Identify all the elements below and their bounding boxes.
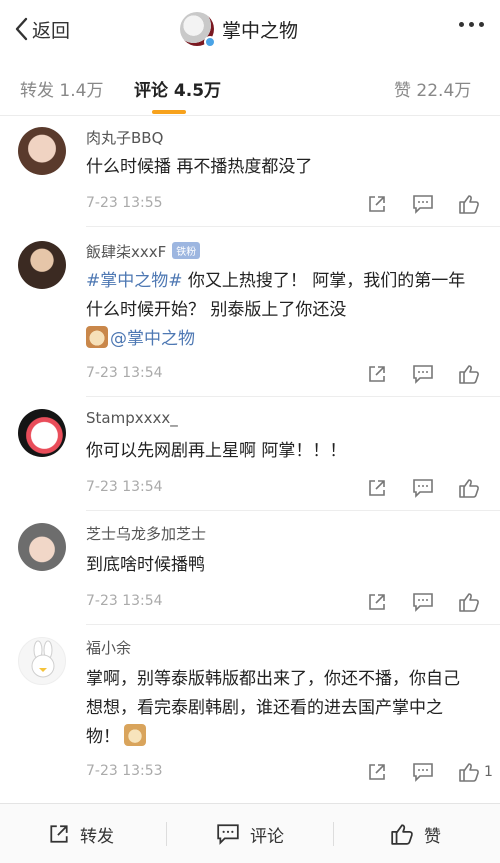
share-icon[interactable] — [366, 761, 388, 783]
fan-badge: 铁粉 — [172, 242, 201, 259]
avatar[interactable] — [18, 241, 66, 289]
comment-actions — [366, 477, 480, 499]
reply-icon[interactable] — [412, 363, 434, 385]
chevron-left-icon — [15, 17, 28, 41]
active-tab-indicator — [152, 110, 186, 114]
cat-emoji-icon — [86, 326, 108, 348]
reply-icon[interactable] — [412, 761, 434, 783]
comment-button[interactable]: 评论 — [216, 820, 284, 848]
comment-time: 7-23 13:54 — [86, 593, 163, 609]
comment-item: 肉丸子BBQ 什么时候播 再不播热度都没了 7-23 13:55 — [0, 117, 500, 227]
comment-time: 7-23 13:54 — [86, 365, 163, 381]
comment-time: 7-23 13:54 — [86, 479, 163, 495]
avatar[interactable] — [18, 409, 66, 457]
back-button[interactable]: 返回 — [14, 14, 70, 44]
comment-actions: 1 — [366, 761, 493, 783]
share-icon[interactable] — [366, 591, 388, 613]
bottom-action-bar: 转发 评论 赞 — [0, 803, 500, 863]
comment-text: #掌中之物# 你又上热搜了！ 阿掌，我们的第一年什么时候开始？ 别泰版上了你还没… — [86, 267, 472, 354]
tab-bar: 转发 1.4万 评论 4.5万 赞 22.4万 — [0, 58, 500, 116]
account-title[interactable]: 掌中之物 — [180, 10, 298, 48]
tab-comments[interactable]: 评论 4.5万 — [134, 76, 221, 101]
comment-time: 7-23 13:55 — [86, 195, 163, 211]
share-icon[interactable] — [366, 363, 388, 385]
comment-actions — [366, 363, 480, 385]
comment-text: 什么时候播 再不播热度都没了 — [86, 157, 313, 177]
mention-link[interactable]: @掌中之物 — [110, 329, 195, 349]
share-icon[interactable] — [366, 477, 388, 499]
like-icon[interactable] — [458, 363, 480, 385]
comment-item: 福小余 掌啊，别等泰版韩版都出来了，你还不播，你自己想想，看完泰剧韩剧，谁还看的… — [0, 625, 500, 801]
comment-icon — [217, 824, 239, 845]
comment-username[interactable]: 肉丸子BBQ — [86, 127, 163, 148]
avatar[interactable] — [18, 637, 66, 685]
like-icon[interactable] — [458, 193, 480, 215]
comment-actions — [366, 591, 480, 613]
like-icon[interactable] — [458, 477, 480, 499]
comment-item: Stampxxxx_ 你可以先网剧再上星啊 阿掌！！！ 7-23 13:54 — [0, 397, 500, 511]
page-title: 掌中之物 — [222, 19, 299, 42]
share-icon — [50, 825, 68, 843]
comment-text: 你可以先网剧再上星啊 阿掌！！！ — [86, 441, 347, 461]
like-icon[interactable]: 1 — [458, 761, 493, 783]
comment-username[interactable]: Stampxxxx_ — [86, 409, 178, 427]
hashtag-link[interactable]: #掌中之物# — [86, 271, 183, 291]
avatar[interactable] — [18, 523, 66, 571]
like-icon[interactable] — [458, 591, 480, 613]
bunny-avatar-icon — [31, 640, 55, 678]
comment-text: 到底啥时候播鸭 — [86, 555, 205, 575]
like-button[interactable]: 赞 — [390, 820, 441, 848]
comment-actions — [366, 193, 480, 215]
tab-likes[interactable]: 赞 22.4万 — [394, 76, 471, 101]
comment-label: 评论 — [250, 826, 284, 847]
comment-username[interactable]: 芝士乌龙多加芝士 — [86, 523, 206, 544]
account-avatar — [180, 12, 216, 48]
back-label: 返回 — [32, 19, 71, 42]
username-text: 飯肆柒xxxF — [86, 243, 167, 261]
repost-label: 转发 — [80, 826, 114, 847]
like-label: 赞 — [424, 826, 441, 847]
tab-repost[interactable]: 转发 1.4万 — [20, 76, 103, 101]
comment-text: 掌啊，别等泰版韩版都出来了，你还不播，你自己想想，看完泰剧韩剧，谁还看的进去国产… — [86, 665, 472, 752]
top-bar: 返回 掌中之物 — [0, 0, 500, 58]
reply-icon[interactable] — [412, 591, 434, 613]
comment-time: 7-23 13:53 — [86, 763, 163, 779]
more-menu-icon[interactable] — [459, 22, 484, 27]
like-count: 1 — [484, 764, 493, 780]
comment-item: 飯肆柒xxxF 铁粉 #掌中之物# 你又上热搜了！ 阿掌，我们的第一年什么时候开始… — [0, 227, 500, 397]
comment-item: 芝士乌龙多加芝士 到底啥时候播鸭 7-23 13:54 — [0, 511, 500, 625]
share-icon[interactable] — [366, 193, 388, 215]
avatar[interactable] — [18, 127, 66, 175]
divider — [166, 822, 167, 846]
doge-emoji-icon — [124, 724, 146, 746]
reply-icon[interactable] — [412, 193, 434, 215]
divider — [333, 822, 334, 846]
like-icon — [391, 824, 413, 845]
comment-username[interactable]: 飯肆柒xxxF 铁粉 — [86, 241, 201, 262]
reply-icon[interactable] — [412, 477, 434, 499]
verified-icon — [204, 36, 216, 48]
repost-button[interactable]: 转发 — [48, 820, 114, 848]
comment-username[interactable]: 福小余 — [86, 637, 131, 658]
